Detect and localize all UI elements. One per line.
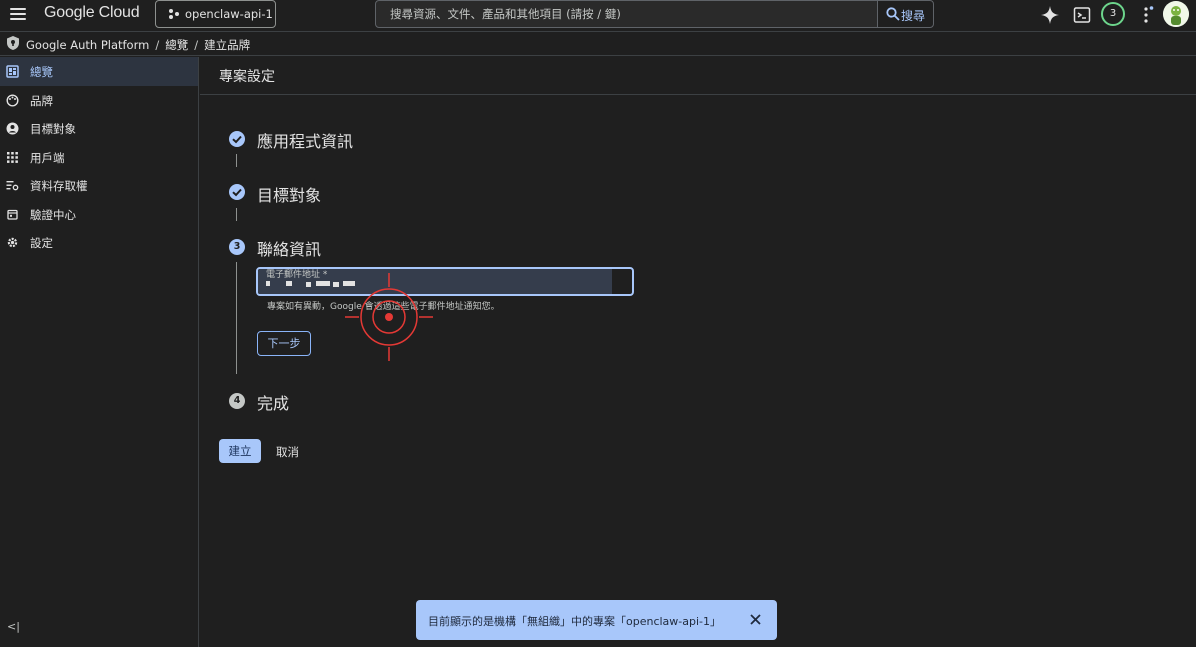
person-icon xyxy=(6,122,19,135)
top-bar: Google Cloud openclaw-api-1 搜尋 3 xyxy=(0,0,1196,32)
search-box[interactable] xyxy=(375,0,878,28)
dashboard-icon xyxy=(6,65,19,78)
sidebar-item-settings[interactable]: 設定 xyxy=(0,228,198,257)
email-field[interactable]: 電子郵件地址 * xyxy=(256,267,634,296)
cloud-shell-icon[interactable] xyxy=(1072,5,1092,25)
data-access-icon xyxy=(6,181,19,191)
next-button[interactable]: 下一步 xyxy=(257,331,311,356)
step-3-number: 3 xyxy=(229,239,245,255)
email-value-redacted xyxy=(333,282,339,287)
palette-icon xyxy=(6,93,19,107)
email-value-redacted xyxy=(316,281,330,286)
sidebar-item-label: 資料存取權 xyxy=(30,179,88,193)
snackbar: 目前顯示的是機構「無組織」中的專案「openclaw-api-1」 xyxy=(416,600,777,640)
shield-icon xyxy=(7,36,19,50)
gear-icon xyxy=(7,237,18,248)
notifications-badge[interactable]: 3 xyxy=(1101,2,1125,26)
sidebar-item-label: 總覽 xyxy=(30,65,53,79)
project-name: openclaw-api-1 xyxy=(185,7,273,21)
grid-icon xyxy=(7,151,18,163)
cancel-button[interactable]: 取消 xyxy=(276,444,299,460)
main-content: 專案設定 應用程式資訊 目標對象 3 聯絡資訊 電子郵件地址 * 專案如有異動，… xyxy=(200,57,1196,647)
search-input[interactable] xyxy=(376,1,877,27)
sidebar-item-label: 目標對象 xyxy=(30,122,76,136)
sidebar-item-clients[interactable]: 用戶端 xyxy=(0,143,198,172)
create-button[interactable]: 建立 xyxy=(219,439,261,463)
close-icon[interactable] xyxy=(749,613,762,626)
snackbar-message: 目前顯示的是機構「無組織」中的專案「openclaw-api-1」 xyxy=(428,615,722,628)
sidebar-item-overview[interactable]: 總覽 xyxy=(0,57,198,86)
step-2-check-icon xyxy=(229,184,245,200)
breadcrumb-separator: / xyxy=(194,38,199,52)
verification-icon xyxy=(7,209,18,220)
step-4-number: 4 xyxy=(229,393,245,409)
email-value-redacted xyxy=(306,282,311,287)
email-value-redacted xyxy=(343,281,355,286)
breadcrumb-separator: / xyxy=(155,38,160,52)
email-field-label: 電子郵件地址 * xyxy=(266,270,328,280)
sidebar-item-label: 設定 xyxy=(30,236,53,250)
more-options-icon[interactable] xyxy=(1136,5,1156,25)
step-1-title[interactable]: 應用程式資訊 xyxy=(257,128,353,152)
collapse-sidebar-button[interactable]: <| xyxy=(7,620,20,633)
gemini-sparkle-icon[interactable] xyxy=(1040,5,1060,25)
email-value-redacted xyxy=(286,281,292,286)
sidebar-item-audience[interactable]: 目標對象 xyxy=(0,114,198,143)
avatar[interactable] xyxy=(1163,1,1189,27)
sidebar-item-data-access[interactable]: 資料存取權 xyxy=(0,171,198,200)
step-connector xyxy=(236,208,237,221)
avatar-image xyxy=(1163,1,1189,27)
step-2-title[interactable]: 目標對象 xyxy=(257,182,321,206)
breadcrumb-create-brand: 建立品牌 xyxy=(204,38,251,52)
step-connector xyxy=(236,154,237,167)
email-hint: 專案如有異動，Google 會透過這些電子郵件地址通知您。 xyxy=(267,302,500,312)
sidebar-item-verification-center[interactable]: 驗證中心 xyxy=(0,200,198,229)
sidebar-item-label: 品牌 xyxy=(30,93,53,108)
page-title: 專案設定 xyxy=(219,69,275,85)
sidebar-item-branding[interactable]: 品牌 xyxy=(0,86,198,115)
main-menu-icon[interactable] xyxy=(10,8,26,20)
email-value-redacted xyxy=(266,281,270,286)
step-1-check-icon xyxy=(229,131,245,147)
breadcrumb: Google Auth Platform / 總覽 / 建立品牌 xyxy=(0,33,1196,56)
project-icon xyxy=(169,9,179,19)
step-4-title[interactable]: 完成 xyxy=(257,390,289,414)
breadcrumb-product[interactable]: Google Auth Platform xyxy=(26,38,149,52)
search-button-label: 搜尋 xyxy=(901,9,926,23)
search-button[interactable]: 搜尋 xyxy=(877,0,934,28)
step-connector xyxy=(236,262,237,374)
google-cloud-logo[interactable]: Google Cloud xyxy=(44,4,140,22)
search-icon xyxy=(886,7,900,21)
project-picker-button[interactable]: openclaw-api-1 xyxy=(155,0,276,28)
sidebar-item-label: 用戶端 xyxy=(30,150,65,165)
sidebar: 總覽 品牌 目標對象 用戶端 資料存取權 驗證中心 設定 <| xyxy=(0,57,199,647)
step-3-title[interactable]: 聯絡資訊 xyxy=(257,236,321,260)
breadcrumb-overview[interactable]: 總覽 xyxy=(165,38,188,52)
page-header: 專案設定 xyxy=(200,57,1196,95)
sidebar-item-label: 驗證中心 xyxy=(30,207,76,222)
